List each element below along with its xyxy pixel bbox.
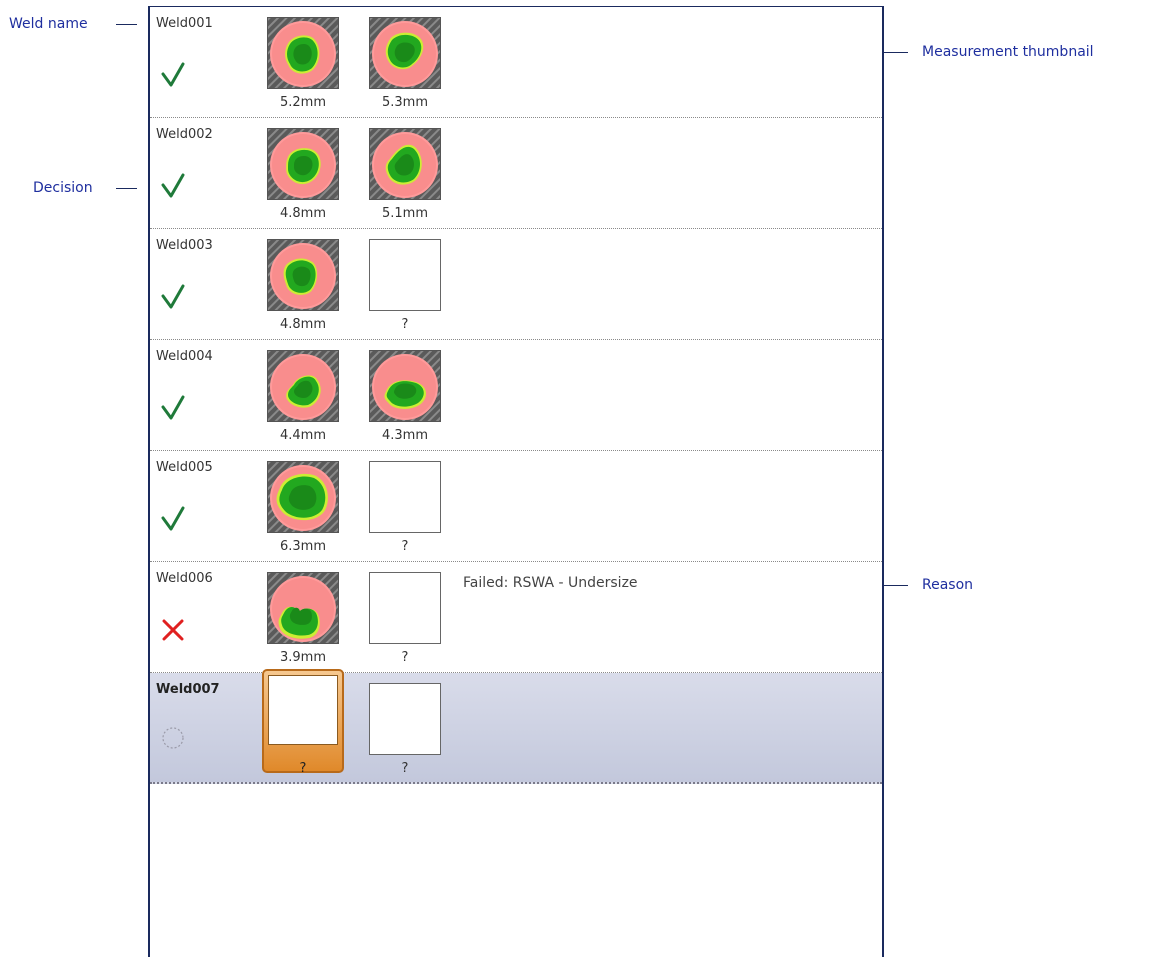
callout-line-decision xyxy=(116,188,137,189)
active-measurement-slot[interactable] xyxy=(262,669,344,773)
measurement-value: 5.2mm xyxy=(279,95,326,110)
measurement-value: 5.3mm xyxy=(381,95,428,110)
measurement-thumbnail-empty[interactable] xyxy=(268,675,338,745)
measurement-value: ? xyxy=(299,761,307,776)
measurement-thumbnail-empty[interactable] xyxy=(369,572,441,644)
weld-row-weld005[interactable]: Weld005 6.3mm ? xyxy=(150,451,882,562)
weld-name: Weld002 xyxy=(156,127,213,142)
measurement-value: 4.3mm xyxy=(381,428,428,443)
weld-nugget-image xyxy=(268,573,338,643)
measurement-value: ? xyxy=(401,539,409,554)
measurement-value: ? xyxy=(401,650,409,665)
measurement-thumbnail[interactable] xyxy=(369,128,441,200)
callout-weld-name: Weld name xyxy=(9,16,88,32)
weld-list-panel: Weld001 5.2mm 5.3mm Weld002 4.8mm 5.1mm … xyxy=(148,6,884,957)
measurement-value: ? xyxy=(401,317,409,332)
weld-nugget-image xyxy=(268,129,338,199)
callout-measurement-thumbnail: Measurement thumbnail xyxy=(922,44,1094,60)
cross-icon xyxy=(162,619,184,641)
callout-reason: Reason xyxy=(922,577,974,593)
measurement-thumbnail[interactable] xyxy=(369,350,441,422)
measurement-value: 3.9mm xyxy=(279,650,326,665)
measurement-value: 4.8mm xyxy=(279,317,326,332)
measurement-value: 4.8mm xyxy=(279,206,326,221)
measurement-thumbnail[interactable] xyxy=(369,17,441,89)
weld-nugget-image xyxy=(268,18,338,88)
weld-nugget-image xyxy=(370,18,440,88)
weld-name: Weld005 xyxy=(156,460,213,475)
measurement-value: 5.1mm xyxy=(381,206,428,221)
weld-name: Weld001 xyxy=(156,16,213,31)
measurement-value: 4.4mm xyxy=(279,428,326,443)
measurement-thumbnail[interactable] xyxy=(267,461,339,533)
check-icon xyxy=(161,173,185,198)
weld-nugget-image xyxy=(268,462,338,532)
weld-nugget-image xyxy=(268,240,338,310)
callout-decision: Decision xyxy=(33,180,93,196)
check-icon xyxy=(161,62,185,87)
weld-row-weld004[interactable]: Weld004 4.4mm 4.3mm xyxy=(150,340,882,451)
weld-row-weld006[interactable]: Weld006 3.9mm ? Failed: RSWA - Undersize xyxy=(150,562,882,673)
measurement-thumbnail[interactable] xyxy=(267,17,339,89)
measurement-thumbnail[interactable] xyxy=(267,239,339,311)
weld-name: Weld004 xyxy=(156,349,213,364)
measurement-thumbnail-empty[interactable] xyxy=(369,239,441,311)
weld-nugget-image xyxy=(370,351,440,421)
weld-row-weld002[interactable]: Weld002 4.8mm 5.1mm xyxy=(150,118,882,229)
weld-name: Weld006 xyxy=(156,571,213,586)
check-icon xyxy=(161,395,185,420)
callout-line-weld-name xyxy=(116,24,137,25)
weld-row-weld007[interactable]: Weld007 ? ? xyxy=(150,669,882,784)
weld-row-weld001[interactable]: Weld001 5.2mm 5.3mm xyxy=(150,7,882,118)
measurement-value: 6.3mm xyxy=(279,539,326,554)
measurement-thumbnail[interactable] xyxy=(267,350,339,422)
weld-name: Weld003 xyxy=(156,238,213,253)
failure-reason: Failed: RSWA - Undersize xyxy=(463,575,638,591)
weld-nugget-image xyxy=(268,351,338,421)
measurement-value: ? xyxy=(401,761,409,776)
weld-name: Weld007 xyxy=(156,682,220,697)
measurement-thumbnail-empty[interactable] xyxy=(369,683,441,755)
measurement-thumbnail[interactable] xyxy=(267,572,339,644)
measurement-thumbnail-empty[interactable] xyxy=(369,461,441,533)
weld-nugget-image xyxy=(370,129,440,199)
check-icon xyxy=(161,284,185,309)
check-icon xyxy=(161,506,185,531)
pending-circle-icon xyxy=(162,727,184,749)
measurement-thumbnail[interactable] xyxy=(267,128,339,200)
weld-row-weld003[interactable]: Weld003 4.8mm ? xyxy=(150,229,882,340)
